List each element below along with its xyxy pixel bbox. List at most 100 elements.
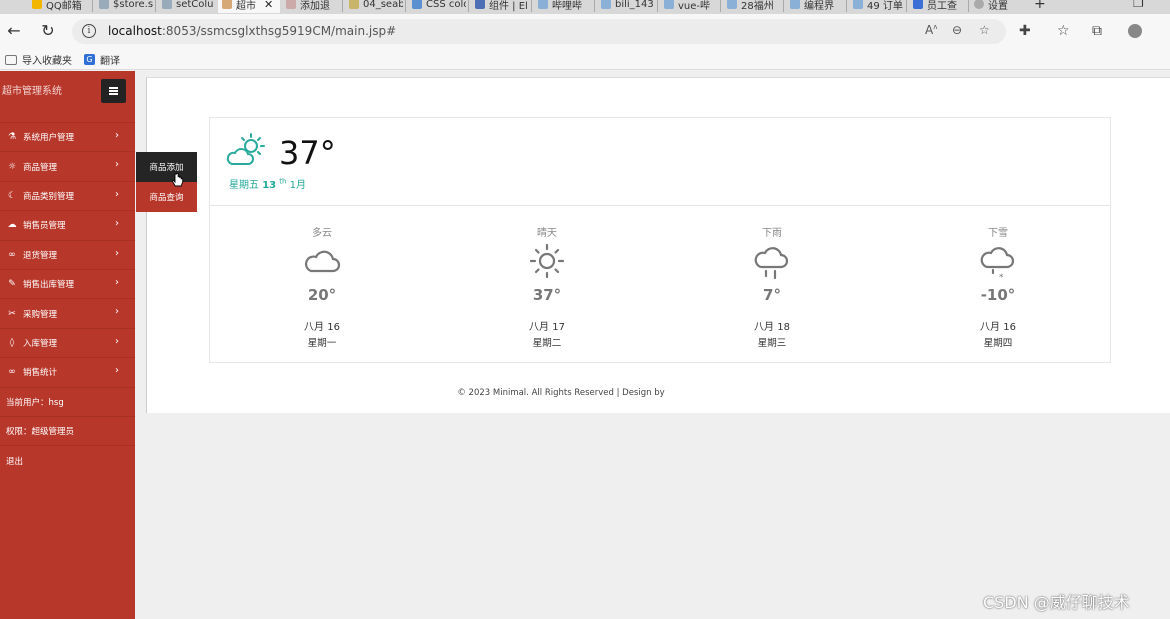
browser-tab[interactable]: vue-哔 bbox=[660, 0, 718, 13]
browser-tab[interactable]: 哔哩哔 bbox=[534, 0, 592, 13]
close-icon[interactable]: ✕ bbox=[264, 0, 273, 11]
sidebar-item-purchasing[interactable]: ✂ 采购管理 › bbox=[0, 299, 135, 329]
tab-favicon-icon bbox=[790, 0, 800, 9]
search-icon bbox=[162, 0, 172, 9]
sun-icon bbox=[529, 243, 565, 279]
submenu-item-add-product[interactable]: 商品添加 bbox=[136, 152, 197, 182]
gear-icon bbox=[974, 0, 984, 9]
partly-cloudy-icon bbox=[226, 133, 265, 165]
url-text[interactable]: localhost:8053/ssmcsglxthsg5919CM/main.j… bbox=[108, 24, 396, 38]
forecast-day: 下雨 7° 八月 18 星期三 bbox=[754, 228, 790, 349]
browser-tab[interactable]: 04_seab bbox=[345, 0, 403, 13]
sidebar-item-user-management[interactable]: ⚗ 系统用户管理 › bbox=[0, 123, 135, 153]
browser-tab[interactable]: $store.s bbox=[95, 0, 153, 13]
refresh-button[interactable]: ↻ bbox=[38, 21, 58, 41]
tab-favicon-icon bbox=[538, 0, 548, 9]
weather-widget: 37° 星期五 13 th 1月 多云 20° 八月 16 星期一 晴天 37°… bbox=[209, 117, 1111, 363]
chevron-right-icon: › bbox=[115, 365, 119, 377]
search-icon bbox=[99, 0, 109, 9]
zoom-icon[interactable]: ⊖ bbox=[952, 23, 962, 37]
product-submenu: 商品添加 商品查询 bbox=[136, 152, 197, 212]
tab-favicon-icon bbox=[286, 0, 296, 9]
browser-tab[interactable]: 设置 bbox=[970, 0, 1028, 13]
browser-tab[interactable]: 员工查 bbox=[909, 0, 967, 13]
weather-current: 37° 星期五 13 th 1月 bbox=[210, 118, 1110, 206]
drop-icon: ◊ bbox=[9, 337, 15, 348]
tab-favicon-icon bbox=[853, 0, 863, 9]
back-button[interactable]: ← bbox=[4, 21, 24, 41]
chevron-right-icon: › bbox=[115, 335, 119, 347]
tab-favicon-icon bbox=[412, 0, 422, 9]
chevron-right-icon: › bbox=[115, 247, 119, 259]
browser-tab[interactable]: 组件 | El bbox=[471, 0, 529, 13]
current-user-label: 当前用户：hsg bbox=[0, 388, 135, 417]
browser-tab[interactable]: bili_143 bbox=[597, 0, 655, 13]
page-viewport: 超市管理系统 ⚗ 系统用户管理 › ☼ 商品管理 › ☾ 商品类别管理 › ☁ … bbox=[0, 71, 1170, 619]
sidebar-item-product-management[interactable]: ☼ 商品管理 › bbox=[0, 152, 135, 182]
bookmark-import[interactable]: 导入收藏夹 bbox=[5, 52, 72, 67]
tab-favicon-icon bbox=[664, 0, 674, 9]
browser-tab[interactable]: 28福州 bbox=[723, 0, 781, 13]
url-field[interactable]: i localhost:8053/ssmcsglxthsg5919CM/main… bbox=[72, 19, 1006, 44]
logout-link[interactable]: 退出 bbox=[0, 446, 135, 475]
app-title: 超市管理系统 bbox=[2, 86, 62, 97]
tab-favicon-icon bbox=[601, 0, 611, 9]
translate-icon: G bbox=[84, 54, 95, 65]
browser-tab[interactable]: QQ邮箱 bbox=[28, 0, 90, 13]
info-icon[interactable]: i bbox=[82, 24, 96, 38]
rain-icon bbox=[754, 247, 789, 280]
watermark: CSDN @威仔聊技术 bbox=[983, 593, 1130, 612]
tab-favicon-icon bbox=[727, 0, 737, 9]
chevron-right-icon: › bbox=[115, 130, 119, 141]
forecast-day: 晴天 37° 八月 17 星期二 bbox=[529, 228, 565, 349]
browser-tab[interactable]: 49 订单 bbox=[849, 0, 904, 13]
submenu-item-query-product[interactable]: 商品查询 bbox=[136, 182, 197, 212]
sidebar-header: 超市管理系统 bbox=[0, 71, 135, 123]
chevron-right-icon: › bbox=[115, 218, 119, 230]
flask-icon: ⚗ bbox=[7, 132, 17, 143]
forecast-day: 下雪 * -10° 八月 16 星期四 bbox=[980, 228, 1016, 349]
hand-cursor-icon bbox=[172, 173, 184, 187]
cloud-icon bbox=[304, 250, 341, 273]
sun-icon: ☼ bbox=[7, 161, 17, 172]
sidebar: 超市管理系统 ⚗ 系统用户管理 › ☼ 商品管理 › ☾ 商品类别管理 › ☁ … bbox=[0, 71, 135, 619]
tab-favicon-icon bbox=[32, 0, 42, 9]
main-content: 37° 星期五 13 th 1月 多云 20° 八月 16 星期一 晴天 37°… bbox=[146, 77, 1170, 413]
page-footer: © 2023 Minimal. All Rights Reserved | De… bbox=[457, 388, 665, 398]
extensions-icon[interactable]: ✚ bbox=[1019, 23, 1031, 39]
browser-tabstrip: QQ邮箱 $store.s setColu 超市 ✕ 添加退 04_seab CS… bbox=[0, 0, 1170, 14]
bookmark-translate[interactable]: G 翻译 bbox=[84, 52, 120, 67]
tab-favicon-icon bbox=[475, 0, 485, 9]
sidebar-item-returns[interactable]: ∞ 退货管理 › bbox=[0, 241, 135, 270]
browser-tab[interactable]: setColu bbox=[158, 0, 216, 13]
favorites-icon[interactable]: ☆ bbox=[1057, 23, 1070, 39]
sidebar-item-sales-staff[interactable]: ☁ 销售员管理 › bbox=[0, 211, 135, 241]
tab-favicon-icon bbox=[913, 0, 923, 9]
folder-icon bbox=[5, 54, 17, 65]
browser-tab-active[interactable]: 超市 ✕ bbox=[218, 0, 280, 13]
browser-tab[interactable]: 编程界 bbox=[786, 0, 844, 13]
forecast-day: 多云 20° 八月 16 星期一 bbox=[304, 228, 341, 349]
new-tab-button[interactable]: + bbox=[1034, 0, 1046, 12]
favorite-star-icon[interactable]: ☆ bbox=[979, 23, 990, 37]
role-label: 权限：超级管理员 bbox=[0, 417, 135, 447]
svg-text:*: * bbox=[999, 273, 1004, 281]
chevron-right-icon: › bbox=[115, 276, 119, 288]
sidebar-item-inbound[interactable]: ◊ 入库管理 › bbox=[0, 329, 135, 359]
browser-tab[interactable]: 添加退 bbox=[282, 0, 340, 13]
sidebar-item-category-management[interactable]: ☾ 商品类别管理 › bbox=[0, 182, 135, 212]
read-aloud-icon[interactable]: Aʌ bbox=[925, 23, 937, 37]
current-temperature: 37° bbox=[279, 134, 336, 172]
profile-avatar[interactable] bbox=[1128, 24, 1142, 38]
sidebar-item-sales-outbound[interactable]: ✎ 销售出库管理 › bbox=[0, 270, 135, 300]
sidebar-item-sales-statistics[interactable]: ∞ 销售统计 › bbox=[0, 358, 135, 388]
restore-window-icon[interactable]: ❐ bbox=[1133, 0, 1144, 10]
chevron-right-icon: › bbox=[115, 306, 119, 318]
menu-toggle-button[interactable] bbox=[101, 79, 126, 103]
collections-icon[interactable]: ⧉ bbox=[1092, 23, 1102, 39]
chevron-right-icon: › bbox=[115, 188, 119, 200]
link-icon: ∞ bbox=[8, 367, 16, 378]
browser-tab[interactable]: CSS colo bbox=[408, 0, 466, 13]
tab-favicon-icon bbox=[222, 0, 232, 9]
pencil-icon: ✎ bbox=[8, 279, 16, 290]
